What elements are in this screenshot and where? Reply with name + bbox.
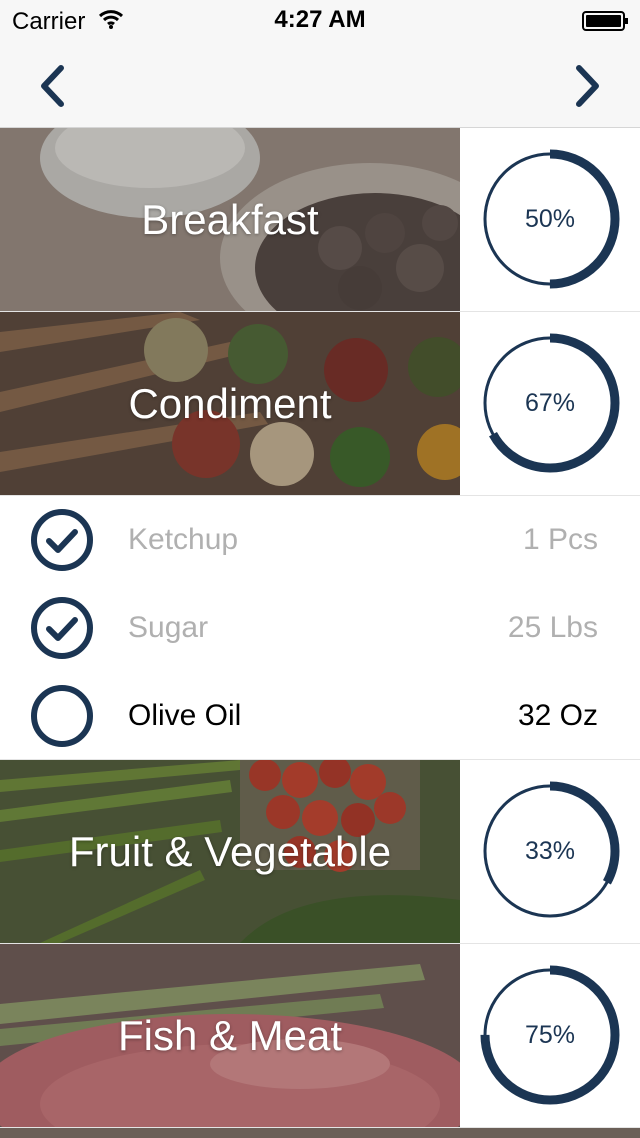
- status-time: 4:27 AM: [274, 6, 366, 33]
- item-name: Ketchup: [128, 523, 239, 556]
- unchecked-circle-icon[interactable]: [30, 684, 94, 748]
- progress-percent: 67%: [524, 388, 576, 417]
- condiment-items: Ketchup 1 Pcs Sugar 25 Lbs Olive Oil 32 …: [0, 496, 640, 760]
- status-bar: Carrier 4:27 AM: [0, 0, 640, 40]
- progress-percent: 50%: [524, 204, 576, 233]
- back-button[interactable]: [28, 62, 76, 110]
- list-item-sugar[interactable]: Sugar 25 Lbs: [0, 584, 640, 672]
- category-row-breakfast[interactable]: Breakfast 50%: [0, 128, 640, 312]
- progress-percent: 75%: [524, 1020, 576, 1049]
- category-row-fruit-vegetable[interactable]: Fruit & Vegetable 33%: [0, 760, 640, 944]
- category-row-fish-meat[interactable]: Fish & Meat 75%: [0, 944, 640, 1128]
- item-quantity: 32 Oz: [517, 699, 598, 732]
- progress-percent: 33%: [524, 836, 576, 865]
- battery-icon: [582, 10, 628, 31]
- checked-circle-icon[interactable]: [30, 596, 94, 660]
- forward-button[interactable]: [564, 62, 612, 110]
- item-quantity: 25 Lbs: [507, 611, 598, 644]
- list-item-ketchup[interactable]: Ketchup 1 Pcs: [0, 496, 640, 584]
- item-quantity: 1 Pcs: [522, 523, 598, 556]
- next-category-row-partial: [0, 1128, 640, 1138]
- item-name: Sugar: [128, 611, 209, 644]
- list-item-olive-oil[interactable]: Olive Oil 32 Oz: [0, 672, 640, 760]
- category-row-condiment[interactable]: Condiment 67%: [0, 312, 640, 496]
- category-title: Condiment: [128, 379, 332, 427]
- chevron-left-icon: [41, 65, 64, 107]
- shopping-list: Breakfast 50% Condiment 67% Ketchup 1 Pc…: [0, 128, 640, 1138]
- navigation-bar: [0, 40, 640, 128]
- category-title: Fish & Meat: [117, 1011, 343, 1059]
- category-title: Breakfast: [141, 195, 319, 243]
- category-title: Fruit & Vegetable: [68, 827, 392, 875]
- checked-circle-icon[interactable]: [30, 508, 94, 572]
- chevron-right-icon: [576, 65, 599, 107]
- item-name: Olive Oil: [128, 699, 242, 732]
